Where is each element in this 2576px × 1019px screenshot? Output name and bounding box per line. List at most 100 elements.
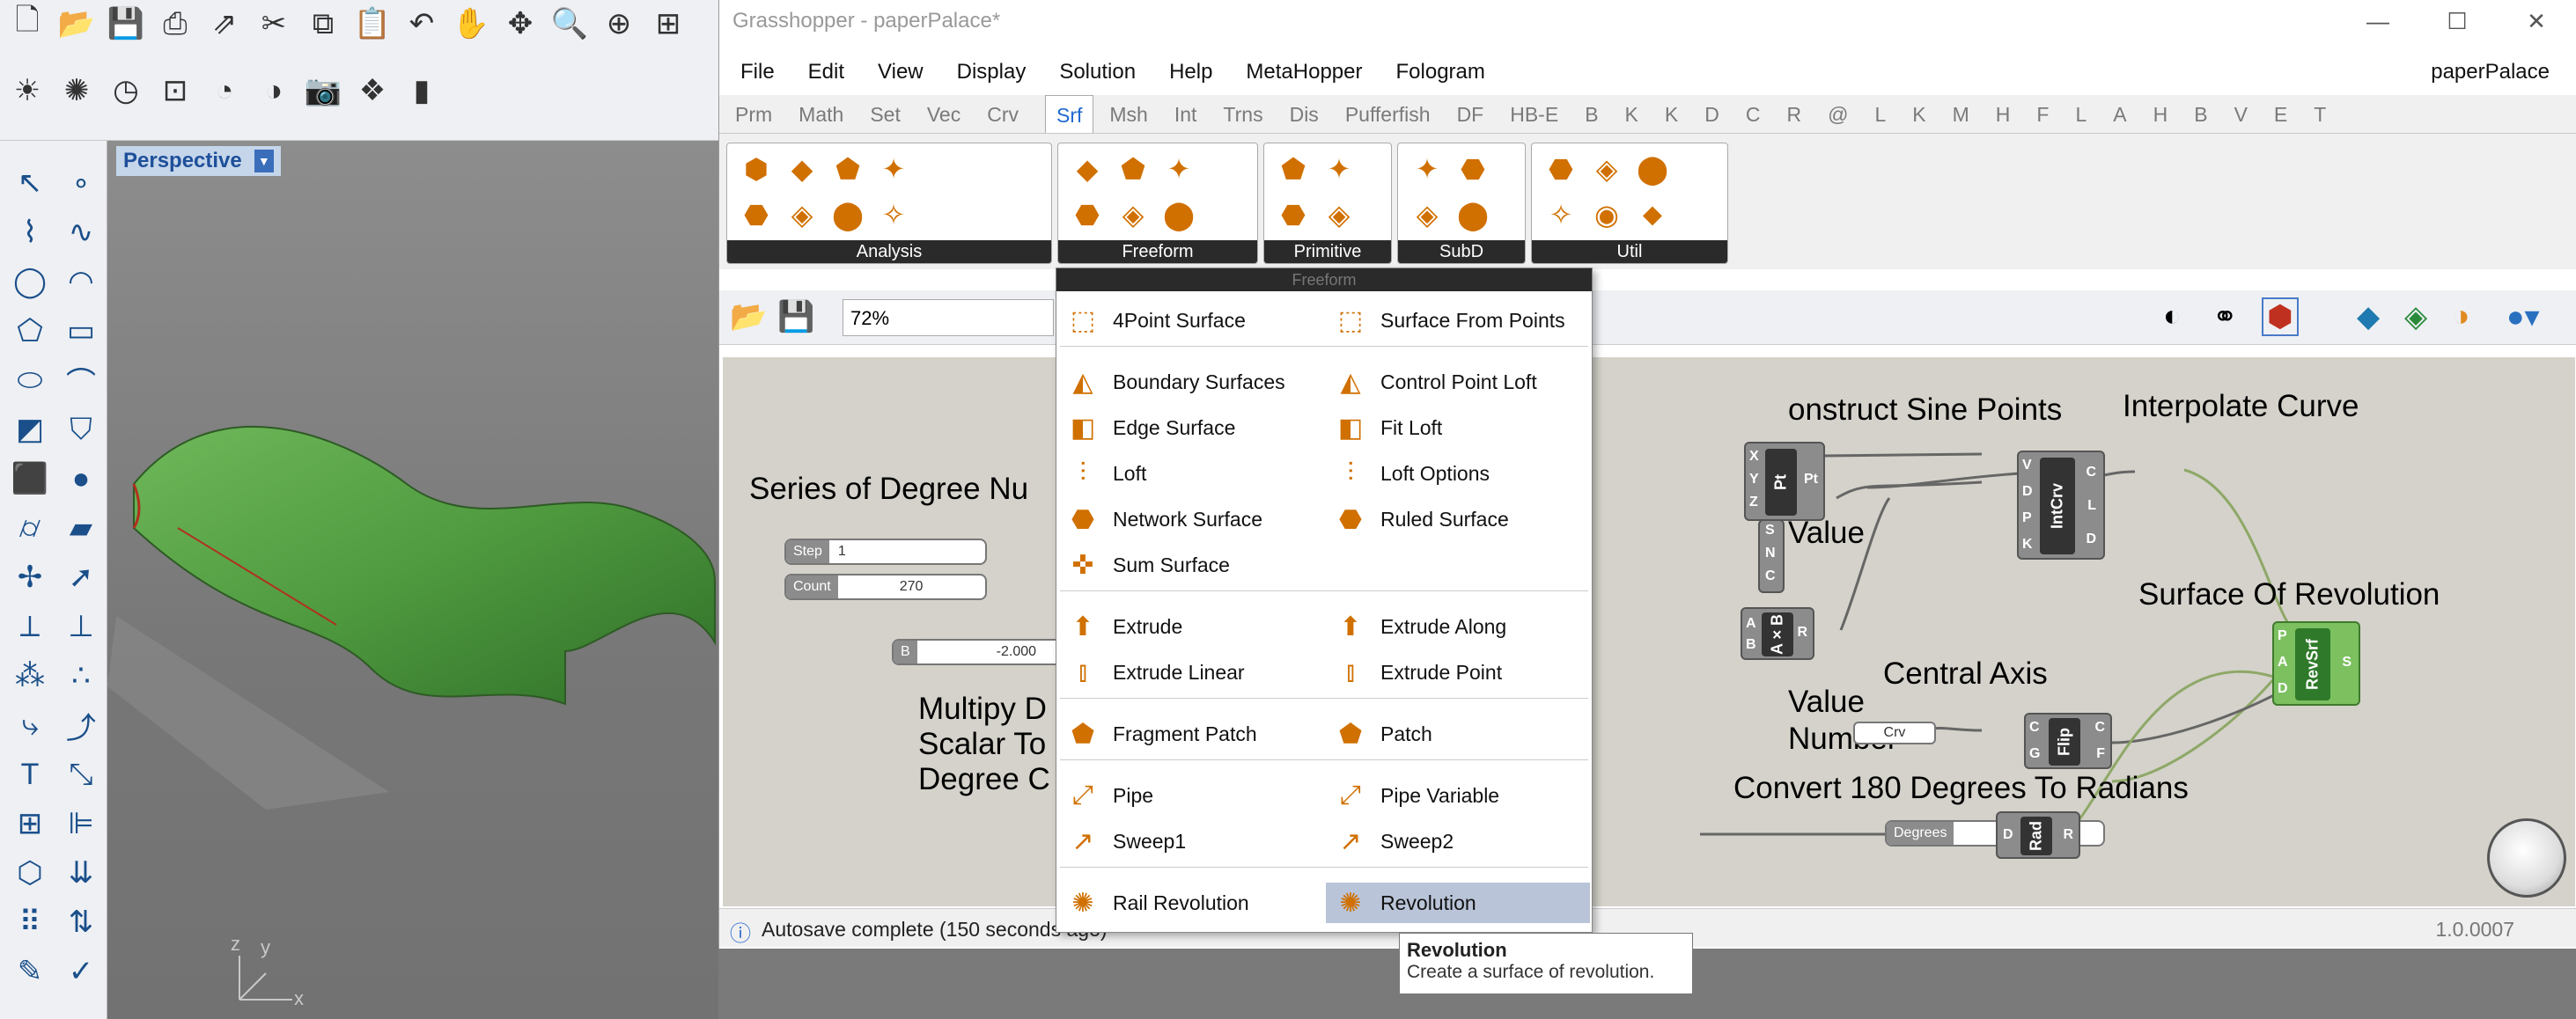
curve-tools-icon[interactable]: ⤴: [58, 702, 104, 748]
tab-30[interactable]: E: [2274, 95, 2287, 133]
zoom-icon[interactable]: 🔍: [549, 4, 590, 44]
menu-fologram[interactable]: Fologram: [1396, 55, 1485, 90]
menu-item-sweep1[interactable]: ↗ Sweep1: [1058, 821, 1322, 861]
select-icon[interactable]: ↖: [7, 160, 53, 206]
tab-7[interactable]: Int: [1174, 95, 1197, 133]
menu-item-sweep2[interactable]: ↗ Sweep2: [1326, 821, 1590, 861]
zoom-field[interactable]: 72%: [843, 299, 1054, 336]
tab-12[interactable]: HB-E: [1510, 95, 1558, 133]
tab-3[interactable]: Vec: [927, 95, 960, 133]
menu-item-4point-surface[interactable]: ⬚ 4Point Surface: [1058, 300, 1322, 341]
menu-item-loft[interactable]: ⫶ Loft: [1058, 453, 1322, 494]
tab-22[interactable]: M: [1953, 95, 1969, 133]
transform-icon[interactable]: ✢: [7, 554, 53, 600]
menu-item-ruled-surface[interactable]: ⬣ Ruled Surface: [1326, 499, 1590, 539]
mesh-icon[interactable]: ⬡: [7, 850, 53, 896]
rotate-view-icon[interactable]: ✥: [500, 4, 541, 44]
edit-icon[interactable]: ✎: [7, 949, 53, 994]
menu-item-control-point-loft[interactable]: ◭ Control Point Loft: [1326, 362, 1590, 402]
menu-item-extrude[interactable]: ⬆ Extrude: [1058, 606, 1322, 647]
plane-icon[interactable]: ⬣: [1273, 194, 1314, 235]
viewport-menu-arrow-icon[interactable]: ▼: [254, 150, 274, 172]
tab-25[interactable]: L: [2075, 95, 2087, 133]
preview-toggle-icon[interactable]: ◐: [2163, 299, 2182, 334]
box-icon[interactable]: ⬛: [7, 456, 53, 502]
menu-edit[interactable]: Edit: [808, 55, 844, 90]
height-icon[interactable]: ⇊: [58, 850, 104, 896]
menu-item-surface-from-points[interactable]: ⬚ Surface From Points: [1326, 300, 1590, 341]
boundary-icon[interactable]: ⬟: [1113, 149, 1153, 189]
named-views-icon[interactable]: ⊡: [155, 70, 195, 111]
sort-icon[interactable]: ⇅: [58, 899, 104, 945]
ellipse-icon[interactable]: ⬭: [7, 357, 53, 403]
sphere-preview-icon[interactable]: ●▾: [2506, 299, 2540, 334]
trim-icon[interactable]: ⊥: [58, 604, 104, 649]
point-icon[interactable]: ⬟: [828, 149, 868, 189]
navigation-globe-icon[interactable]: [2487, 818, 2566, 898]
pin-icon[interactable]: ⬣: [736, 194, 776, 235]
pipe-icon[interactable]: ✦: [1159, 149, 1199, 189]
grid-icon[interactable]: ✧: [1541, 194, 1581, 235]
maximize-icon[interactable]: ☐: [2418, 0, 2497, 42]
menu-item-sum-surface[interactable]: ✜ Sum Surface: [1058, 545, 1322, 585]
layers-icon[interactable]: ❖: [352, 70, 393, 111]
offset-icon[interactable]: ⬥: [1632, 194, 1673, 235]
arc-icon[interactable]: ◠: [58, 259, 104, 304]
document-name[interactable]: paperPalace: [2431, 55, 2550, 90]
save-file-icon[interactable]: 💾: [777, 299, 814, 334]
menu-file[interactable]: File: [740, 55, 775, 90]
new-doc-icon[interactable]: 🗋: [7, 4, 48, 44]
print-icon[interactable]: ⎙: [155, 4, 195, 44]
isotrim-icon[interactable]: ◈: [1586, 149, 1627, 189]
pan-hand-icon[interactable]: ✋: [451, 4, 491, 44]
panel-label[interactable]: Util: [1532, 240, 1727, 263]
menu-item-rail-revolution[interactable]: ✺ Rail Revolution: [1058, 883, 1322, 923]
tab-27[interactable]: H: [2153, 95, 2168, 133]
render-icon[interactable]: ✺: [56, 70, 97, 111]
display-icon[interactable]: ◑: [254, 70, 294, 111]
shaded-preview-icon[interactable]: ⬢: [2262, 297, 2299, 336]
polygon-icon[interactable]: ⬠: [7, 308, 53, 354]
area-icon[interactable]: ◆: [782, 149, 822, 189]
panel-label[interactable]: Primitive: [1264, 240, 1391, 263]
menu-item-extrude-point[interactable]: ⫾ Extrude Point: [1326, 652, 1590, 693]
point-icon[interactable]: ∘: [58, 160, 104, 206]
save-icon[interactable]: 💾: [106, 4, 146, 44]
minimize-icon[interactable]: —: [2338, 0, 2418, 42]
tab-18[interactable]: R: [1786, 95, 1801, 133]
dimension-icon[interactable]: ⤡: [58, 751, 104, 797]
b-slider[interactable]: B -2.000: [892, 639, 1068, 665]
menu-item-fit-loft[interactable]: ◧ Fit Loft: [1326, 407, 1590, 448]
menu-display[interactable]: Display: [957, 55, 1027, 90]
render-preview-icon[interactable]: ◑: [2452, 299, 2470, 334]
tab-24[interactable]: F: [2036, 95, 2049, 133]
eval-icon[interactable]: ✦: [873, 149, 914, 189]
gh-canvas[interactable]: Series of Degree Nu onstruct Sine Points…: [723, 357, 2575, 906]
zoom-window-icon[interactable]: ⊕: [599, 4, 639, 44]
text-icon[interactable]: T: [7, 751, 53, 797]
edge-icon[interactable]: ⬣: [1067, 194, 1108, 235]
array-icon[interactable]: ∴: [58, 653, 104, 699]
dots-icon[interactable]: ⠿: [7, 899, 53, 945]
ring-icon[interactable]: ◈: [782, 194, 822, 235]
plane-icon[interactable]: ▰: [58, 505, 104, 551]
sweep-icon[interactable]: ⬤: [1159, 194, 1199, 235]
tab-28[interactable]: B: [2194, 95, 2207, 133]
menu-item-extrude-along[interactable]: ⬆ Extrude Along: [1326, 606, 1590, 647]
open-file-icon[interactable]: 📂: [730, 299, 767, 334]
copy-trim-icon[interactable]: ⬤: [1632, 149, 1673, 189]
tab-21[interactable]: K: [1912, 95, 1925, 133]
cylinder-icon[interactable]: ✦: [1319, 149, 1359, 189]
menu-view[interactable]: View: [878, 55, 924, 90]
tab-6[interactable]: Msh: [1109, 95, 1147, 133]
menu-item-loft-options[interactable]: ⫶ Loft Options: [1326, 453, 1590, 494]
undo-icon[interactable]: ↶: [401, 4, 442, 44]
multipipe-icon[interactable]: ⬣: [1453, 149, 1493, 189]
loft-icon[interactable]: ◈: [1113, 194, 1153, 235]
rectangle-icon[interactable]: ▭: [58, 308, 104, 354]
tab-26[interactable]: A: [2113, 95, 2126, 133]
tab-11[interactable]: DF: [1457, 95, 1484, 133]
sphere-icon[interactable]: ◈: [1319, 194, 1359, 235]
circle-icon[interactable]: ◯: [7, 259, 53, 304]
menu-item-edge-surface[interactable]: ◧ Edge Surface: [1058, 407, 1322, 448]
